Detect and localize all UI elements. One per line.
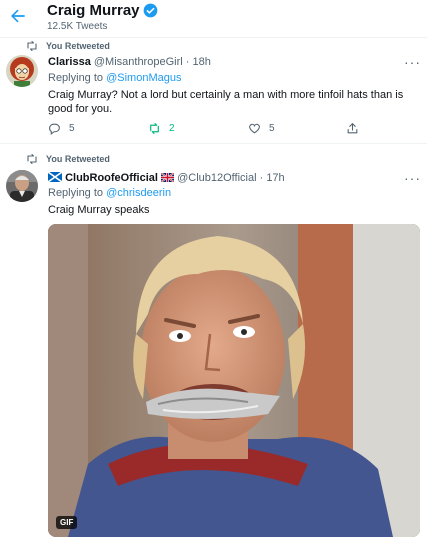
verified-badge-icon xyxy=(143,3,157,18)
handle-text: @MisanthropeGirl xyxy=(93,56,183,68)
retweet-icon xyxy=(150,123,159,134)
share-button[interactable] xyxy=(346,122,367,135)
author-name[interactable]: ClubRoofeOfficial xyxy=(65,172,158,184)
tweet-count: 12.5K Tweets xyxy=(47,21,108,32)
profile-header: Craig Murray 12.5K Tweets xyxy=(0,0,427,38)
retweet-count: 2 xyxy=(169,123,175,134)
tweet-time[interactable]: 18h xyxy=(192,56,210,68)
author-handle[interactable]: @MisanthropeGirl xyxy=(94,56,183,68)
profile-name: Craig Murray xyxy=(47,2,140,19)
retweet-icon xyxy=(27,154,37,164)
reply-context: Replying to @SimonMagus xyxy=(48,72,181,84)
reply-count: 5 xyxy=(69,123,75,134)
avatar[interactable] xyxy=(6,55,38,87)
tweet-text: Craig Murray? Not a lord but certainly a… xyxy=(48,89,404,115)
header-title: Craig Murray xyxy=(47,2,158,19)
tweet-text: Craig Murray speaks xyxy=(48,204,150,216)
retweet-icon xyxy=(27,41,37,51)
gif-still-image xyxy=(48,224,420,537)
tweet-actions: 5 2 5 xyxy=(48,122,368,136)
reply-to-link[interactable]: @SimonMagus xyxy=(106,72,181,84)
like-count: 5 xyxy=(269,123,275,134)
reply-button[interactable]: 5 xyxy=(48,122,75,135)
separator: · xyxy=(256,172,267,184)
reply-icon xyxy=(49,123,60,135)
gif-badge: GIF xyxy=(56,516,78,529)
avatar[interactable] xyxy=(6,170,38,202)
handle-text: @Club12Official xyxy=(177,172,257,184)
separator: · xyxy=(182,56,193,68)
reply-context: Replying to @chrisdeerin xyxy=(48,187,171,199)
like-button[interactable]: 5 xyxy=(248,122,275,135)
retweet-label: You Retweeted xyxy=(46,41,110,51)
more-dots-icon[interactable]: ··· xyxy=(404,54,421,70)
heart-icon xyxy=(249,123,260,134)
author-name[interactable]: Clarissa xyxy=(48,56,91,68)
reply-prefix: Replying to xyxy=(48,72,107,84)
scotland-flag-icon xyxy=(47,171,63,183)
more-dots-icon[interactable]: ··· xyxy=(404,170,421,186)
tweet[interactable]: You Retweeted Clarissa @MisanthropeGirl … xyxy=(0,38,427,144)
tweet-author-row: Clarissa @MisanthropeGirl · 18h xyxy=(48,56,211,68)
tweet-media-gif[interactable]: GIF xyxy=(48,224,420,537)
reply-prefix: Replying to xyxy=(48,187,107,199)
retweet-context: You Retweeted xyxy=(26,41,110,51)
back-arrow-icon[interactable] xyxy=(8,6,28,26)
author-handle[interactable]: @Club12Official xyxy=(177,172,256,184)
reply-to-link[interactable]: @chrisdeerin xyxy=(106,187,171,199)
tweet[interactable]: You Retweeted ClubRoofeOfficial @Club12O… xyxy=(0,151,427,540)
tweet-author-row: ClubRoofeOfficial @Club12Official · 17h xyxy=(47,171,285,184)
retweet-label: You Retweeted xyxy=(46,154,110,164)
uk-flag-icon xyxy=(160,172,175,183)
share-icon xyxy=(347,123,358,134)
tweet-time[interactable]: 17h xyxy=(266,172,284,184)
retweet-button[interactable]: 2 xyxy=(148,122,175,135)
retweet-context: You Retweeted xyxy=(26,154,110,164)
